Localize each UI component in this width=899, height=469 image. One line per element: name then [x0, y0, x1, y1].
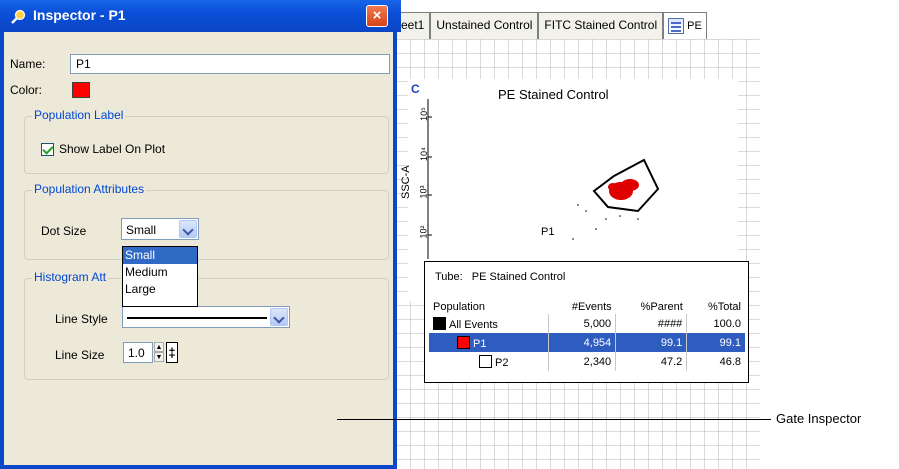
worksheet-grid[interactable]: C PE Stained Control SSC-A 10⁵ 10⁴ 10³ 1…: [395, 39, 760, 469]
total-cell: 100.0: [686, 314, 745, 333]
callout-line: [337, 419, 771, 420]
dot-size-dropdown-list[interactable]: Small Medium Large: [122, 246, 198, 307]
color-swatch: [457, 335, 470, 349]
line-style-preview: [127, 317, 267, 319]
stepper-up-icon[interactable]: ▲: [154, 342, 164, 352]
histogram-attributes-group: Histogram Att Line Style Line Size: [24, 270, 389, 380]
parent-cell: ####: [615, 314, 687, 333]
worksheet-tabs: eet1 Unstained Control FITC Stained Cont…: [395, 12, 760, 39]
event-dots: [608, 179, 639, 200]
tube-name: PE Stained Control: [471, 271, 566, 283]
population-table: Population #Events %Parent %Total All Ev…: [429, 300, 745, 371]
dot-size-value: Small: [126, 223, 157, 237]
tube-label: Tube:: [435, 271, 463, 283]
color-swatch: [479, 354, 492, 368]
population-name: P2: [495, 356, 509, 369]
population-name: P1: [473, 337, 487, 350]
worksheet-area: eet1 Unstained Control FITC Stained Cont…: [395, 0, 760, 469]
line-size-stepper[interactable]: ▲ ▼: [154, 342, 164, 363]
total-cell: 46.8: [686, 352, 745, 371]
parent-cell: 47.2: [615, 352, 687, 371]
tab-fitc-stained-control[interactable]: FITC Stained Control: [538, 12, 664, 39]
worksheet-icon: [668, 18, 685, 34]
title-bar[interactable]: Inspector - P1 ×: [0, 0, 401, 32]
header-events: #Events: [571, 301, 612, 313]
gate-label-p1: P1: [541, 226, 555, 238]
window-title: Inspector - P1: [33, 7, 126, 23]
dot-size-select[interactable]: Small: [121, 218, 199, 240]
events-cell: 4,954: [547, 333, 616, 352]
name-label: Name:: [10, 57, 46, 71]
total-cell: 99.1: [686, 333, 745, 352]
population-hierarchy: Tube: PE Stained Control Population #Eve…: [424, 261, 749, 383]
line-size-label: Line Size: [55, 348, 105, 362]
callout-label: Gate Inspector: [776, 411, 862, 426]
population-cell: P2: [429, 352, 548, 371]
table-row[interactable]: P1 4,954 99.1 99.1: [429, 333, 745, 352]
population-label-group: Population Label Show Label On Plot: [24, 108, 389, 174]
tab-pe-label: PE: [687, 20, 702, 32]
tube-line: Tube: PE Stained Control: [435, 271, 565, 283]
parent-cell: 99.1: [615, 333, 687, 352]
population-attributes-group: Population Attributes Dot Size: [24, 182, 389, 260]
header-parent: %Parent: [640, 301, 683, 313]
show-label-text: Show Label On Plot: [59, 142, 166, 156]
line-style-select[interactable]: [122, 306, 290, 328]
table-row[interactable]: P2 2,340 47.2 46.8: [429, 352, 745, 371]
population-cell: P1: [429, 333, 548, 352]
color-swatch: [433, 316, 446, 330]
option-medium[interactable]: Medium: [123, 264, 197, 281]
name-field[interactable]: [70, 54, 390, 74]
dot-size-label: Dot Size: [41, 224, 87, 238]
color-picker[interactable]: [72, 82, 90, 98]
line-thickness-icon[interactable]: ‡: [166, 342, 178, 363]
line-style-label: Line Style: [55, 312, 108, 326]
group-title: Population Label: [32, 108, 126, 122]
option-large[interactable]: Large: [123, 281, 197, 298]
population-name: All Events: [449, 318, 498, 331]
events-cell: 2,340: [547, 352, 616, 371]
table-row[interactable]: All Events 5,000 #### 100.0: [429, 314, 745, 333]
header-total: %Total: [707, 301, 741, 313]
group-title: Histogram Att: [32, 270, 109, 284]
group-title: Population Attributes: [32, 182, 147, 196]
inspector-icon: [11, 9, 26, 24]
show-label-checkbox[interactable]: [41, 143, 54, 156]
events-cell: 5,000: [547, 314, 616, 333]
population-cell: All Events: [429, 314, 548, 333]
close-button[interactable]: ×: [366, 5, 388, 27]
tab-pe[interactable]: PE: [663, 12, 707, 39]
chevron-down-icon[interactable]: [179, 220, 197, 238]
chevron-down-icon[interactable]: [270, 308, 288, 326]
option-small[interactable]: Small: [123, 247, 197, 264]
tab-unstained-control[interactable]: Unstained Control: [430, 12, 539, 39]
line-size-field[interactable]: 1.0: [123, 342, 153, 363]
header-population: Population: [433, 301, 485, 313]
inspector-window: Inspector - P1 × Name: Color: Population…: [0, 0, 401, 469]
color-label: Color:: [10, 83, 43, 97]
stepper-down-icon[interactable]: ▼: [154, 352, 164, 362]
